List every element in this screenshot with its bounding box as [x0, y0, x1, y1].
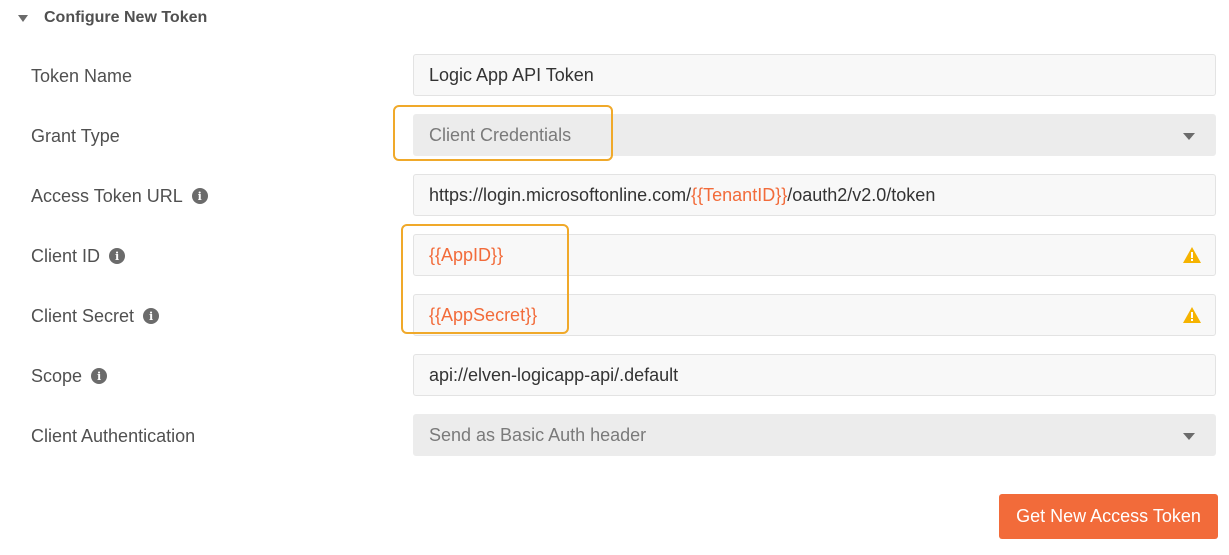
- info-icon[interactable]: i: [109, 248, 126, 264]
- client-authentication-label-row: Client Authentication: [31, 414, 195, 458]
- token-name-label: Token Name: [31, 65, 133, 86]
- token-name-input[interactable]: Logic App API Token: [413, 54, 1216, 96]
- scope-value: api://elven-logicapp-api/.default: [429, 364, 679, 385]
- client-id-label: Client ID: [31, 245, 101, 266]
- client-authentication-select[interactable]: Send as Basic Auth header: [413, 414, 1216, 456]
- access-token-url-label-row: Access Token URL i: [31, 174, 208, 218]
- info-icon[interactable]: i: [191, 188, 208, 204]
- client-id-label-row: Client ID i: [31, 234, 126, 278]
- chevron-down-icon: [1183, 433, 1195, 440]
- warning-icon[interactable]: [1183, 247, 1201, 263]
- scope-label: Scope: [31, 365, 83, 386]
- warning-icon[interactable]: [1183, 307, 1201, 323]
- client-credentials-highlight: [401, 224, 569, 334]
- collapse-triangle-icon[interactable]: [18, 14, 28, 22]
- tenant-id-variable: {{TenantID}}: [691, 184, 788, 205]
- token-name-value: Logic App API Token: [429, 64, 594, 85]
- client-secret-label-row: Client Secret i: [31, 294, 160, 338]
- info-icon[interactable]: i: [91, 368, 108, 384]
- token-name-label-row: Token Name: [31, 54, 132, 98]
- section-header-configure-new-token[interactable]: Configure New Token: [18, 8, 207, 28]
- scope-input[interactable]: api://elven-logicapp-api/.default: [413, 354, 1216, 396]
- access-token-url-prefix: https://login.microsoftonline.com/: [429, 184, 692, 205]
- access-token-url-input[interactable]: https://login.microsoftonline.com/{{Tena…: [413, 174, 1216, 216]
- grant-type-label: Grant Type: [31, 125, 120, 146]
- client-secret-label: Client Secret: [31, 305, 135, 326]
- grant-type-highlight: [393, 105, 613, 161]
- grant-type-label-row: Grant Type: [31, 114, 120, 158]
- section-title: Configure New Token: [44, 9, 208, 26]
- scope-label-row: Scope i: [31, 354, 108, 398]
- access-token-url-suffix: /oauth2/v2.0/token: [787, 184, 936, 205]
- access-token-url-label: Access Token URL: [31, 185, 183, 206]
- info-icon[interactable]: i: [143, 308, 160, 324]
- get-new-access-token-button[interactable]: Get New Access Token: [999, 494, 1218, 539]
- client-authentication-value: Send as Basic Auth header: [429, 424, 647, 445]
- client-authentication-label: Client Authentication: [31, 425, 196, 446]
- chevron-down-icon: [1183, 133, 1195, 140]
